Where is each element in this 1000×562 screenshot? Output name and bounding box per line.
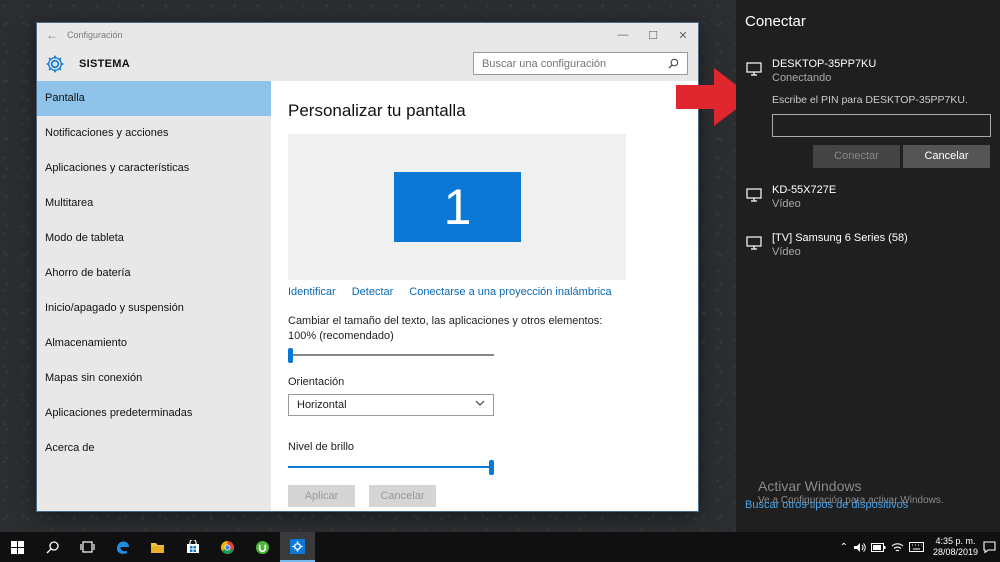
battery-icon[interactable] xyxy=(870,542,886,552)
chevron-down-icon xyxy=(475,400,485,406)
minimize-button[interactable]: — xyxy=(608,29,638,41)
store-icon xyxy=(186,540,199,553)
identify-link[interactable]: Identificar xyxy=(288,286,336,298)
chrome-taskbar-button[interactable] xyxy=(210,532,245,562)
window-title: Configuración xyxy=(67,30,123,40)
scale-slider[interactable] xyxy=(288,348,494,363)
edge-icon xyxy=(117,541,129,554)
settings-header: SISTEMA xyxy=(37,47,698,81)
chrome-icon xyxy=(220,540,235,554)
monitor-tile[interactable]: 1 xyxy=(394,172,521,242)
slider-fill xyxy=(288,466,491,468)
orientation-select[interactable]: Horizontal xyxy=(288,394,494,416)
close-button[interactable]: ✕ xyxy=(668,29,698,42)
settings-icon xyxy=(290,538,305,554)
sidebar-item-pantalla[interactable]: Pantalla xyxy=(37,81,271,116)
taskbar: ⌃ 4:35 p. m. 28/08/2019 xyxy=(0,532,1000,562)
keyboard-icon[interactable] xyxy=(908,542,924,552)
sidebar-item-acerca-de[interactable]: Acerca de xyxy=(37,431,271,466)
sidebar: Pantalla Notificaciones y acciones Aplic… xyxy=(37,81,271,511)
monitor-icon xyxy=(746,62,762,76)
device-status: Vídeo xyxy=(772,246,801,258)
device-item-samsung[interactable]: [TV] Samsung 6 Series (58) Vídeo xyxy=(746,232,908,258)
sidebar-item-bateria[interactable]: Ahorro de batería xyxy=(37,256,271,291)
device-status: Vídeo xyxy=(772,198,801,210)
system-tray: ⌃ 4:35 p. m. 28/08/2019 xyxy=(840,532,996,562)
start-button[interactable] xyxy=(0,532,35,562)
windows-icon xyxy=(11,540,24,554)
sidebar-item-almacenamiento[interactable]: Almacenamiento xyxy=(37,326,271,361)
notifications-icon[interactable] xyxy=(983,541,996,553)
utorrent-icon xyxy=(255,540,270,554)
cancel-connect-button[interactable]: Cancelar xyxy=(903,145,990,168)
orientation-value: Horizontal xyxy=(297,399,347,411)
sidebar-item-notificaciones[interactable]: Notificaciones y acciones xyxy=(37,116,271,151)
search-box[interactable] xyxy=(473,52,688,75)
volume-icon[interactable] xyxy=(853,542,866,553)
maximize-button[interactable]: ☐ xyxy=(638,29,668,42)
explorer-taskbar-button[interactable] xyxy=(140,532,175,562)
main-content: Personalizar tu pantalla 1 Identificar D… xyxy=(271,81,698,511)
torrent-taskbar-button[interactable] xyxy=(245,532,280,562)
connect-button[interactable]: Conectar xyxy=(813,145,900,168)
folder-icon xyxy=(151,542,164,553)
apply-button[interactable]: Aplicar xyxy=(288,485,355,507)
search-input[interactable] xyxy=(482,57,652,70)
gear-icon xyxy=(46,55,64,73)
edge-taskbar-button[interactable] xyxy=(105,532,140,562)
page-title: Personalizar tu pantalla xyxy=(288,101,466,120)
search-button[interactable] xyxy=(35,532,70,562)
brightness-label: Nivel de brillo xyxy=(288,441,355,453)
sidebar-item-predeterminadas[interactable]: Aplicaciones predeterminadas xyxy=(37,396,271,431)
slider-thumb[interactable] xyxy=(288,348,293,363)
wireless-display-link[interactable]: Conectarse a una proyección inalámbrica xyxy=(409,286,611,298)
sidebar-item-aplicaciones[interactable]: Aplicaciones y características xyxy=(37,151,271,186)
settings-taskbar-button[interactable] xyxy=(280,532,315,562)
wifi-icon[interactable] xyxy=(891,542,904,553)
slider-track xyxy=(288,354,494,356)
orientation-label: Orientación xyxy=(288,376,345,388)
clock-date: 28/08/2019 xyxy=(932,547,978,557)
brightness-slider[interactable] xyxy=(288,460,494,475)
device-item-desktop[interactable]: DESKTOP-35PP7KU Conectando xyxy=(746,58,876,84)
settings-body: Pantalla Notificaciones y acciones Aplic… xyxy=(37,81,698,511)
monitor-icon xyxy=(746,236,762,250)
display-preview: 1 xyxy=(288,134,626,280)
back-button[interactable]: ← xyxy=(37,28,67,42)
device-item-kd[interactable]: KD-55X727E Vídeo xyxy=(746,184,836,210)
monitor-icon xyxy=(746,188,762,202)
sidebar-item-inicio-apagado[interactable]: Inicio/apagado y suspensión xyxy=(37,291,271,326)
device-name: DESKTOP-35PP7KU xyxy=(772,58,877,70)
task-view-button[interactable] xyxy=(70,532,105,562)
device-name: KD-55X727E xyxy=(772,184,837,196)
connect-title: Conectar xyxy=(745,13,806,30)
search-icon xyxy=(46,540,59,553)
sidebar-item-mapas[interactable]: Mapas sin conexión xyxy=(37,361,271,396)
title-bar: ← Configuración — ☐ ✕ xyxy=(37,23,698,47)
clock[interactable]: 4:35 p. m. 28/08/2019 xyxy=(933,536,978,558)
task-view-icon xyxy=(80,541,95,553)
device-name: [TV] Samsung 6 Series (58) xyxy=(772,232,908,244)
store-taskbar-button[interactable] xyxy=(175,532,210,562)
scale-label: Cambiar el tamaño del texto, las aplicac… xyxy=(288,315,603,342)
sidebar-item-multitarea[interactable]: Multitarea xyxy=(37,186,271,221)
section-title: SISTEMA xyxy=(79,58,130,70)
cancel-button[interactable]: Cancelar xyxy=(369,485,436,507)
display-links: Identificar Detectar Conectarse a una pr… xyxy=(288,286,612,298)
activation-watermark-title: Activar Windows xyxy=(758,478,862,494)
device-status: Conectando xyxy=(772,72,832,84)
chevron-up-icon[interactable]: ⌃ xyxy=(840,542,848,553)
action-buttons: Aplicar Cancelar xyxy=(288,485,436,507)
sidebar-item-tableta[interactable]: Modo de tableta xyxy=(37,221,271,256)
pin-prompt: Escribe el PIN para DESKTOP-35PP7KU. xyxy=(772,94,968,106)
slider-thumb[interactable] xyxy=(489,460,494,475)
clock-time: 4:35 p. m. xyxy=(935,536,976,546)
detect-link[interactable]: Detectar xyxy=(352,286,394,298)
find-other-devices-link[interactable]: Buscar otros tipos de dispositivos xyxy=(745,499,908,511)
settings-window: ← Configuración — ☐ ✕ SISTEMA Pantalla N… xyxy=(37,23,698,511)
connect-panel: Conectar DESKTOP-35PP7KU Conectando Escr… xyxy=(736,0,1000,532)
pin-input[interactable] xyxy=(772,114,991,137)
